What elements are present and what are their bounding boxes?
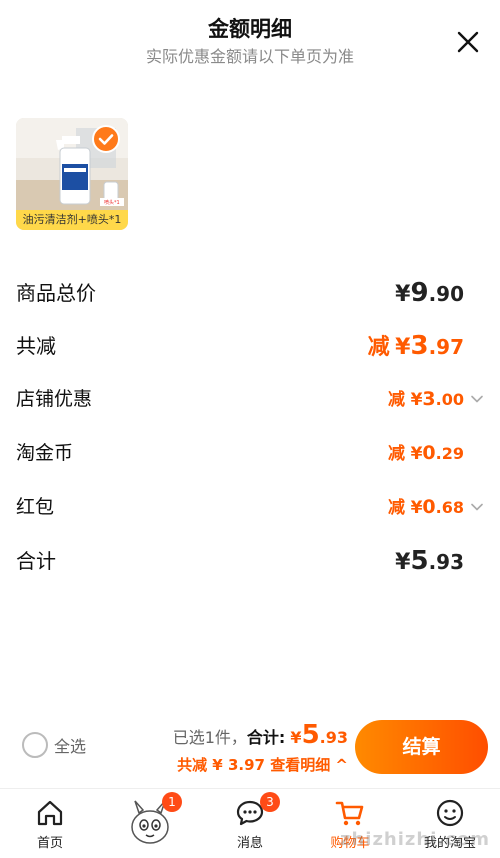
bottom-tab-bar: 首页 1 3 消息 购物车 我的淘宝 zhizhizhi.com <box>0 788 500 858</box>
page-title: 金额明细 <box>208 17 292 41</box>
select-all-label: 全选 <box>54 737 87 756</box>
row-label: 合计 <box>16 549 56 573</box>
row-sum: 合计 ¥5.93 <box>16 541 484 581</box>
messages-badge: 3 <box>260 792 280 812</box>
tab-messages[interactable]: 3 消息 <box>200 789 300 858</box>
tab-label: 消息 <box>236 836 263 851</box>
product-tag-text: 喷头*1 <box>104 199 120 206</box>
product-label: 油污清洁剂+喷头*1 <box>16 210 128 230</box>
view-detail-link[interactable]: 共减 ¥ 3.97 查看明细 ^ <box>173 754 348 775</box>
tab-label: 首页 <box>36 836 63 851</box>
checkout-bar: 全选 已选1件，合计: ¥5.93 共减 ¥ 3.97 查看明细 ^ 结算 <box>0 712 500 786</box>
summary-total-line: 已选1件，合计: ¥5.93 <box>172 720 348 750</box>
row-value: 减 ¥3.00 <box>388 388 464 410</box>
cart-icon <box>335 801 364 826</box>
row-red-packet[interactable]: 红包 减 ¥0.68 <box>16 487 484 527</box>
order-summary: 已选1件，合计: ¥5.93 共减 ¥ 3.97 查看明细 ^ <box>173 720 348 775</box>
row-value: ¥9.90 <box>395 278 464 308</box>
row-label: 共减 <box>16 334 56 358</box>
select-all-toggle[interactable]: 全选 <box>22 732 86 758</box>
close-icon[interactable] <box>456 30 480 54</box>
row-taobao-coin: 淘金币 减 ¥0.29 <box>16 433 484 473</box>
row-store-discount[interactable]: 店铺优惠 减 ¥3.00 <box>16 379 484 419</box>
mascot-badge: 1 <box>162 792 182 812</box>
watermark: zhizhizhi.com <box>339 829 490 850</box>
selected-check-icon[interactable] <box>92 125 120 153</box>
home-icon <box>37 800 63 826</box>
chevron-down-icon[interactable] <box>470 499 484 513</box>
tab-mascot[interactable]: 1 <box>100 789 200 858</box>
checkout-button[interactable]: 结算 <box>355 720 488 774</box>
profile-icon <box>436 799 464 827</box>
row-label: 商品总价 <box>16 281 96 305</box>
tab-home[interactable]: 首页 <box>0 789 100 858</box>
header: 金额明细 实际优惠金额请以下单页为准 <box>0 0 500 80</box>
row-value: 减 ¥0.68 <box>388 496 464 518</box>
row-discount-total: 共减 减 ¥3.97 <box>16 326 484 366</box>
chevron-down-icon[interactable] <box>470 391 484 405</box>
product-thumbnail[interactable]: 喷头*1 油污清洁剂+喷头*1 <box>16 118 128 230</box>
row-label: 店铺优惠 <box>16 388 93 410</box>
select-all-radio[interactable] <box>22 732 48 758</box>
row-value: ¥5.93 <box>395 546 464 576</box>
row-value: 减 ¥0.29 <box>388 442 464 464</box>
row-label: 淘金币 <box>16 442 74 464</box>
row-label: 红包 <box>16 496 55 518</box>
row-total-price: 商品总价 ¥9.90 <box>16 273 484 313</box>
page-subtitle: 实际优惠金额请以下单页为准 <box>145 47 354 66</box>
row-value: 减 ¥3.97 <box>367 331 464 361</box>
